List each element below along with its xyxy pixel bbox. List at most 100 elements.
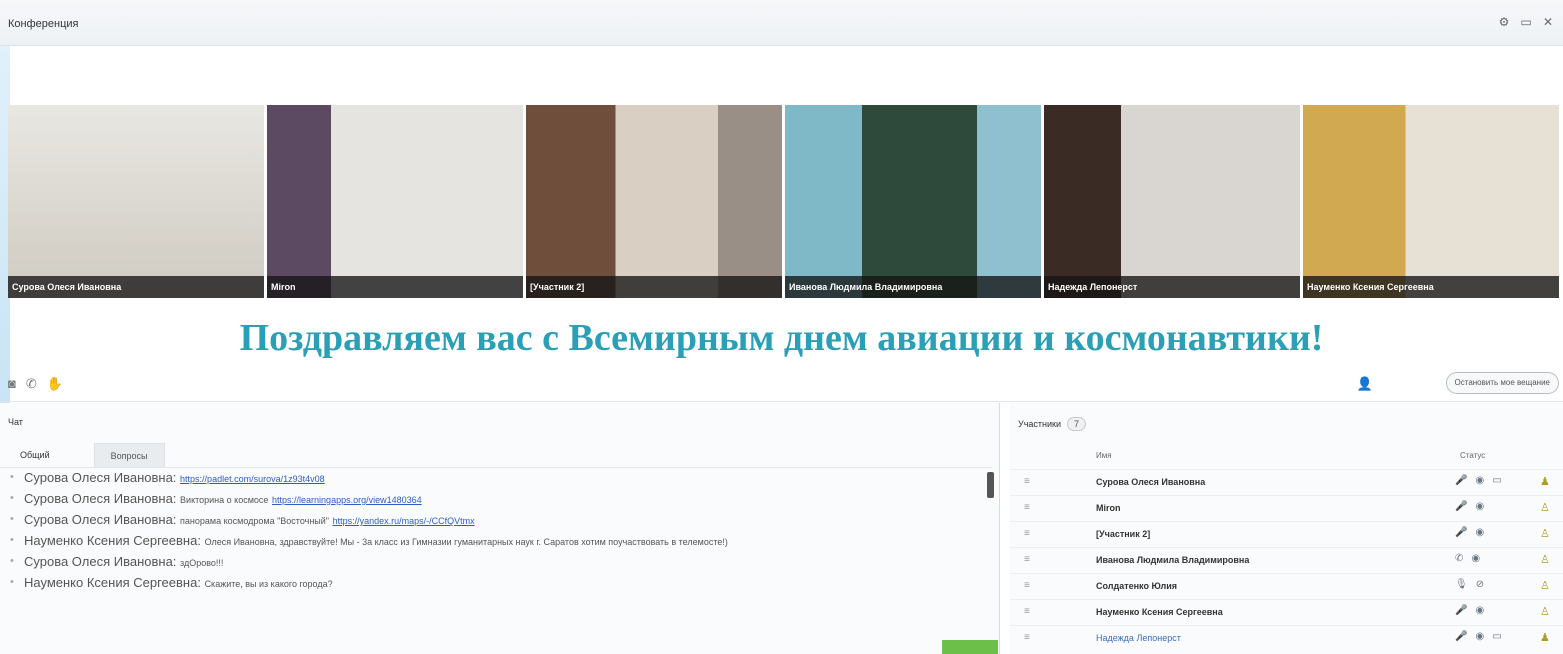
- participant-name: Надежда Лепонерст: [1096, 633, 1181, 643]
- congratulations-banner: Поздравляем вас с Всемирным днем авиации…: [239, 317, 1324, 359]
- phone-icon: ✆: [1455, 553, 1464, 564]
- chat-message: • Сурова Олеся Ивановна: панорама космод…: [10, 512, 475, 527]
- camera-icon: ◉: [1475, 501, 1485, 512]
- broadcast-toolbar: ◙ ✆ ✋ 👤 Остановить мое вещание: [0, 366, 1563, 402]
- participants-header: Участники 7: [1018, 417, 1087, 431]
- chat-message: • Сурова Олеся Ивановна: здOрово!!!: [10, 554, 224, 569]
- video-tile-name: Мiron: [267, 276, 523, 298]
- chat-messages: • Сурова Олеся Ивановна: https://padlet.…: [0, 467, 992, 654]
- microphone-muted-icon: 🎙: [1455, 579, 1468, 590]
- message-author: Сурова Олеся Ивановна:: [24, 491, 177, 506]
- title-bar: Конференция ⚙ ▭ ✕: [0, 0, 1563, 46]
- message-text: Викторина о космосе: [180, 495, 269, 505]
- microphone-icon: 🎤: [1455, 605, 1468, 616]
- listener-icon: ♙: [1540, 502, 1550, 514]
- video-camera-icon[interactable]: ◙: [8, 376, 16, 392]
- toolbar-icons: ◙ ✆ ✋: [8, 376, 63, 392]
- window-icon[interactable]: ▭: [1519, 15, 1533, 29]
- chat-title: Чат: [8, 417, 23, 427]
- menu-icon[interactable]: ≡: [1024, 476, 1030, 487]
- message-link[interactable]: https://learningapps.org/view1480364: [272, 495, 422, 505]
- message-text: здOрово!!!: [180, 558, 224, 568]
- message-text: панорама космодрома "Восточный": [180, 516, 329, 526]
- video-tile-name: Иванова Людмила Владимировна: [785, 276, 1041, 298]
- message-author: Науменко Ксения Сергеевна:: [24, 533, 201, 548]
- send-button[interactable]: [942, 640, 998, 654]
- chat-panel: Чат Общий Вопросы • Сурова Олеся Ивановн…: [0, 403, 1000, 654]
- gear-icon[interactable]: ⚙: [1497, 15, 1511, 29]
- participant-name: Сурова Олеся Ивановна: [1096, 477, 1206, 487]
- status-icons: ✆ ◉: [1455, 553, 1480, 564]
- video-tile[interactable]: Иванова Людмила Владимировна: [785, 105, 1041, 298]
- chat-message: • Сурова Олеся Ивановна: Викторина о кос…: [10, 491, 422, 506]
- menu-icon[interactable]: ≡: [1024, 580, 1030, 591]
- video-tile[interactable]: Мiron: [267, 105, 523, 298]
- camera-icon: ◉: [1471, 553, 1481, 564]
- menu-icon[interactable]: ≡: [1024, 502, 1030, 513]
- message-link[interactable]: https://yandex.ru/maps/-/CCfQVtmx: [333, 516, 475, 526]
- participants-panel: Участники 7 Имя Статус ≡ Сурова Олеся Ив…: [1010, 403, 1563, 654]
- screen-icon: ▭: [1492, 631, 1502, 642]
- participant-name: Солдатенко Юлия: [1096, 581, 1177, 591]
- close-icon[interactable]: ✕: [1541, 15, 1555, 29]
- participant-name: [Участник 2]: [1096, 529, 1151, 539]
- message-author: Сурова Олеся Ивановна:: [24, 512, 177, 527]
- window-title: Конференция: [8, 18, 79, 30]
- message-author: Сурова Олеся Ивановна:: [24, 470, 177, 485]
- participant-row[interactable]: ≡ Иванова Людмила Владимировна ✆ ◉ ♙: [1010, 547, 1563, 573]
- status-icons: 🎙 ⊘: [1455, 579, 1484, 590]
- message-link[interactable]: https://padlet.com/surova/1z93t4v08: [180, 474, 325, 484]
- tab-general[interactable]: Общий: [4, 443, 66, 467]
- camera-icon: ◉: [1475, 605, 1485, 616]
- camera-icon: ◉: [1475, 475, 1485, 486]
- participants-title: Участники: [1018, 419, 1061, 429]
- menu-icon[interactable]: ≡: [1024, 606, 1030, 617]
- video-tile-name: Науменко Ксения Сергеевна: [1303, 276, 1559, 298]
- microphone-icon: 🎤: [1455, 501, 1468, 512]
- status-icons: 🎤 ◉ ▭: [1455, 631, 1502, 642]
- screen-icon: ▭: [1492, 475, 1502, 486]
- participant-row[interactable]: ≡ Солдатенко Юлия 🎙 ⊘ ♙: [1010, 573, 1563, 599]
- stop-broadcast-button[interactable]: Остановить мое вещание: [1445, 372, 1559, 394]
- camera-icon: ◉: [1475, 527, 1485, 538]
- camera-icon: ◉: [1475, 631, 1485, 642]
- participant-row[interactable]: ≡ [Участник 2] 🎤 ◉ ♙: [1010, 521, 1563, 547]
- participant-row[interactable]: ≡ Надежда Лепонерст 🎤 ◉ ▭ ♟: [1010, 625, 1563, 651]
- menu-icon[interactable]: ≡: [1024, 528, 1030, 539]
- message-author: Сурова Олеся Ивановна:: [24, 554, 177, 569]
- video-tile-name: Сурова Олеся Ивановна: [8, 276, 264, 298]
- menu-icon[interactable]: ≡: [1024, 632, 1030, 643]
- participant-row[interactable]: ≡ Науменко Ксения Сергеевна 🎤 ◉ ♙: [1010, 599, 1563, 625]
- video-tile-name: Надежда Лепонерст: [1044, 276, 1300, 298]
- video-tile[interactable]: Сурова Олеся Ивановна: [8, 105, 264, 298]
- listener-icon: ♙: [1540, 606, 1550, 618]
- chat-message: • Науменко Ксения Сергеевна: Олеся Ивано…: [10, 533, 728, 548]
- participant-row[interactable]: ≡ Сурова Олеся Ивановна 🎤 ◉ ▭ ♟: [1010, 469, 1563, 495]
- listener-icon: ♙: [1540, 580, 1550, 592]
- chat-scrollbar[interactable]: [987, 472, 994, 498]
- chat-message: • Науменко Ксения Сергеевна: Скажите, вы…: [10, 575, 333, 590]
- status-icons: 🎤 ◉: [1455, 501, 1484, 512]
- participant-name: Иванова Людмила Владимировна: [1096, 555, 1250, 565]
- microphone-icon: 🎤: [1455, 475, 1468, 486]
- microphone-icon: 🎤: [1455, 631, 1468, 642]
- participants-list: ≡ Сурова Олеся Ивановна 🎤 ◉ ▭ ♟ ≡ Мiron 🎤 ◉…: [1010, 469, 1563, 651]
- video-tile[interactable]: Науменко Ксения Сергеевна: [1303, 105, 1559, 298]
- user-icon: 👤: [1356, 376, 1373, 391]
- message-text: Скажите, вы из какого города?: [204, 579, 333, 589]
- tab-questions[interactable]: Вопросы: [93, 443, 165, 467]
- hand-icon[interactable]: ✋: [47, 376, 63, 392]
- microphone-icon: 🎤: [1455, 527, 1468, 538]
- video-tile[interactable]: Надежда Лепонерст: [1044, 105, 1300, 298]
- phone-icon[interactable]: ✆: [26, 376, 37, 392]
- status-icons: 🎤 ◉ ▭: [1455, 475, 1502, 486]
- video-tile[interactable]: [Участник 2]: [526, 105, 782, 298]
- chat-tabs: Общий Вопросы: [4, 441, 165, 467]
- participant-row[interactable]: ≡ Мiron 🎤 ◉ ♙: [1010, 495, 1563, 521]
- message-author: Науменко Ксения Сергеевна:: [24, 575, 201, 590]
- menu-icon[interactable]: ≡: [1024, 554, 1030, 565]
- column-name-header[interactable]: Имя: [1096, 451, 1112, 460]
- column-status-header[interactable]: Статус: [1460, 451, 1485, 460]
- participant-name: Мiron: [1096, 503, 1121, 513]
- presenter-icon: ♟: [1540, 632, 1550, 644]
